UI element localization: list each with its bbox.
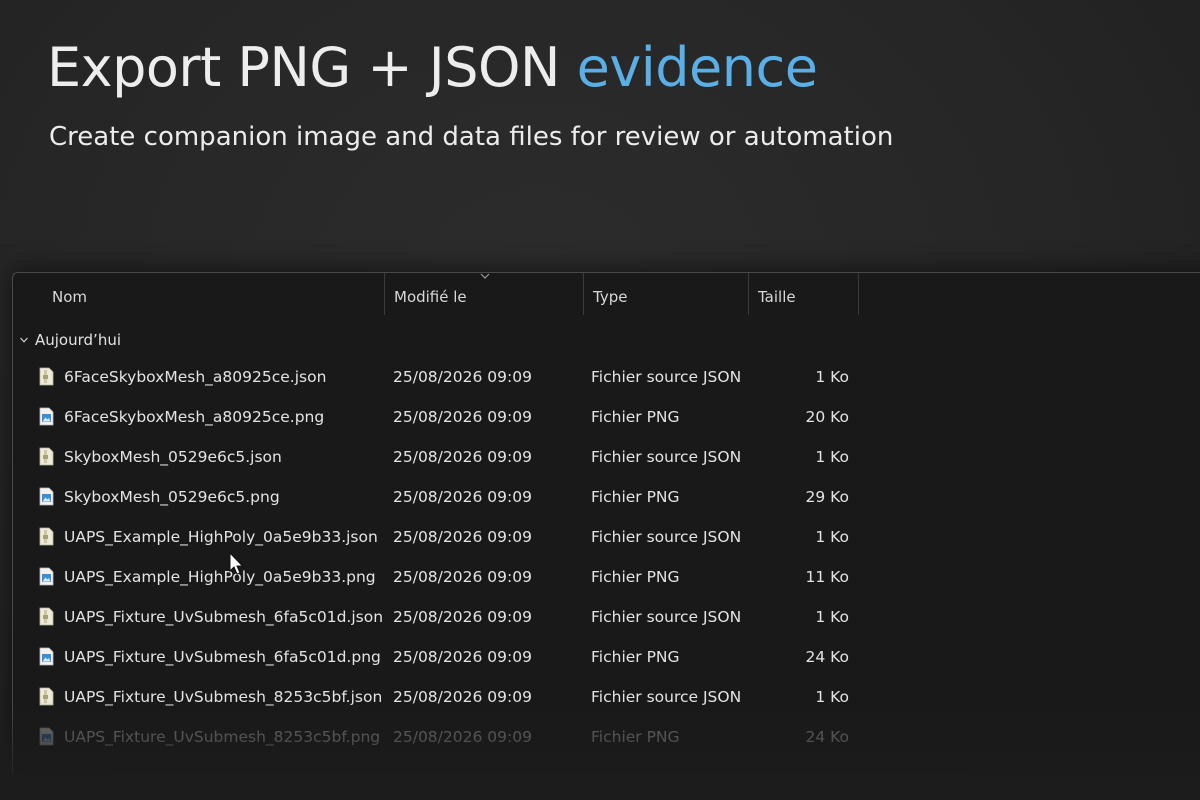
- file-type: Fichier source JSON: [591, 608, 742, 626]
- group-header-today[interactable]: Aujourd’hui: [19, 331, 121, 349]
- file-modified: 25/08/2026 09:09: [393, 408, 532, 426]
- png-file-icon: [39, 727, 54, 746]
- file-name: SkyboxMesh_0529e6c5.json: [64, 448, 282, 466]
- file-name: UAPS_Example_HighPoly_0a5e9b33.json: [64, 528, 378, 546]
- sort-descending-icon: [480, 273, 490, 279]
- column-header-type[interactable]: Type: [584, 273, 749, 315]
- group-label: Aujourd’hui: [35, 331, 121, 349]
- file-type: Fichier source JSON: [591, 528, 742, 546]
- file-type: Fichier PNG: [591, 728, 680, 746]
- file-modified: 25/08/2026 09:09: [393, 648, 532, 666]
- file-size: 1 Ko: [815, 528, 849, 546]
- file-name: UAPS_Fixture_UvSubmesh_6fa5c01d.png: [64, 648, 381, 666]
- file-row[interactable]: UAPS_Fixture_UvSubmesh_8253c5bf.json 25/0…: [13, 677, 873, 717]
- file-size: 24 Ko: [805, 648, 849, 666]
- file-name: UAPS_Example_HighPoly_0a5e9b33.png: [64, 568, 376, 586]
- slide-title-main: Export PNG + JSON: [47, 36, 560, 99]
- file-type: Fichier source JSON: [591, 448, 742, 466]
- png-file-icon: [39, 567, 54, 586]
- png-file-icon: [39, 407, 54, 426]
- file-modified: 25/08/2026 09:09: [393, 488, 532, 506]
- json-file-icon: [39, 607, 54, 626]
- file-list: 6FaceSkyboxMesh_a80925ce.json 25/08/2026 …: [13, 357, 1200, 757]
- file-name: UAPS_Fixture_UvSubmesh_8253c5bf.png: [64, 728, 381, 746]
- file-modified: 25/08/2026 09:09: [393, 688, 532, 706]
- chevron-down-icon: [20, 337, 28, 343]
- json-file-icon: [39, 367, 54, 386]
- mouse-pointer-icon: [229, 552, 244, 575]
- file-row[interactable]: SkyboxMesh_0529e6c5.json 25/08/2026 09:09…: [13, 437, 873, 477]
- file-explorer-pane: Nom Modifié le Type Taille Aujourd’hui 6…: [12, 272, 1200, 773]
- json-file-icon: [39, 687, 54, 706]
- file-type: Fichier PNG: [591, 408, 680, 426]
- png-file-icon: [39, 487, 54, 506]
- file-type: Fichier PNG: [591, 488, 680, 506]
- file-row[interactable]: SkyboxMesh_0529e6c5.png 25/08/2026 09:09 F…: [13, 477, 873, 517]
- file-row[interactable]: 6FaceSkyboxMesh_a80925ce.png 25/08/2026 0…: [13, 397, 873, 437]
- file-name: 6FaceSkyboxMesh_a80925ce.png: [64, 408, 325, 426]
- slide-title-accent: evidence: [576, 36, 818, 99]
- file-type: Fichier PNG: [591, 648, 680, 666]
- file-size: 1 Ko: [815, 448, 849, 466]
- file-modified: 25/08/2026 09:09: [393, 448, 532, 466]
- png-file-icon: [39, 647, 54, 666]
- file-row[interactable]: UAPS_Example_HighPoly_0a5e9b33.json 25/08…: [13, 517, 873, 557]
- file-size: 29 Ko: [805, 488, 849, 506]
- file-modified: 25/08/2026 09:09: [393, 608, 532, 626]
- json-file-icon: [39, 527, 54, 546]
- file-row[interactable]: UAPS_Fixture_UvSubmesh_6fa5c01d.json 25/0…: [13, 597, 873, 637]
- file-modified: 25/08/2026 09:09: [393, 568, 532, 586]
- file-size: 20 Ko: [805, 408, 849, 426]
- file-size: 24 Ko: [805, 728, 849, 746]
- file-name: SkyboxMesh_0529e6c5.png: [64, 488, 280, 506]
- file-row[interactable]: 6FaceSkyboxMesh_a80925ce.json 25/08/2026 …: [13, 357, 873, 397]
- file-row[interactable]: UAPS_Fixture_UvSubmesh_8253c5bf.png 25/08…: [13, 717, 873, 757]
- file-name: 6FaceSkyboxMesh_a80925ce.json: [64, 368, 327, 386]
- file-size: 1 Ko: [815, 368, 849, 386]
- column-header-name[interactable]: Nom: [13, 273, 385, 315]
- column-header-row: Nom Modifié le Type Taille: [13, 273, 1200, 315]
- file-type: Fichier source JSON: [591, 688, 742, 706]
- column-header-size[interactable]: Taille: [749, 273, 859, 315]
- file-modified: 25/08/2026 09:09: [393, 528, 532, 546]
- file-size: 1 Ko: [815, 688, 849, 706]
- file-row[interactable]: UAPS_Example_HighPoly_0a5e9b33.png 25/08/…: [13, 557, 873, 597]
- file-name: UAPS_Fixture_UvSubmesh_8253c5bf.json: [64, 688, 383, 706]
- file-size: 1 Ko: [815, 608, 849, 626]
- slide-subtitle: Create companion image and data files fo…: [49, 122, 894, 152]
- file-modified: 25/08/2026 09:09: [393, 728, 532, 746]
- file-row[interactable]: UAPS_Fixture_UvSubmesh_6fa5c01d.png 25/08…: [13, 637, 873, 677]
- json-file-icon: [39, 447, 54, 466]
- file-name: UAPS_Fixture_UvSubmesh_6fa5c01d.json: [64, 608, 384, 626]
- file-type: Fichier source JSON: [591, 368, 742, 386]
- file-modified: 25/08/2026 09:09: [393, 368, 532, 386]
- file-type: Fichier PNG: [591, 568, 680, 586]
- slide-title: Export PNG + JSON evidence: [47, 36, 818, 99]
- file-size: 11 Ko: [805, 568, 849, 586]
